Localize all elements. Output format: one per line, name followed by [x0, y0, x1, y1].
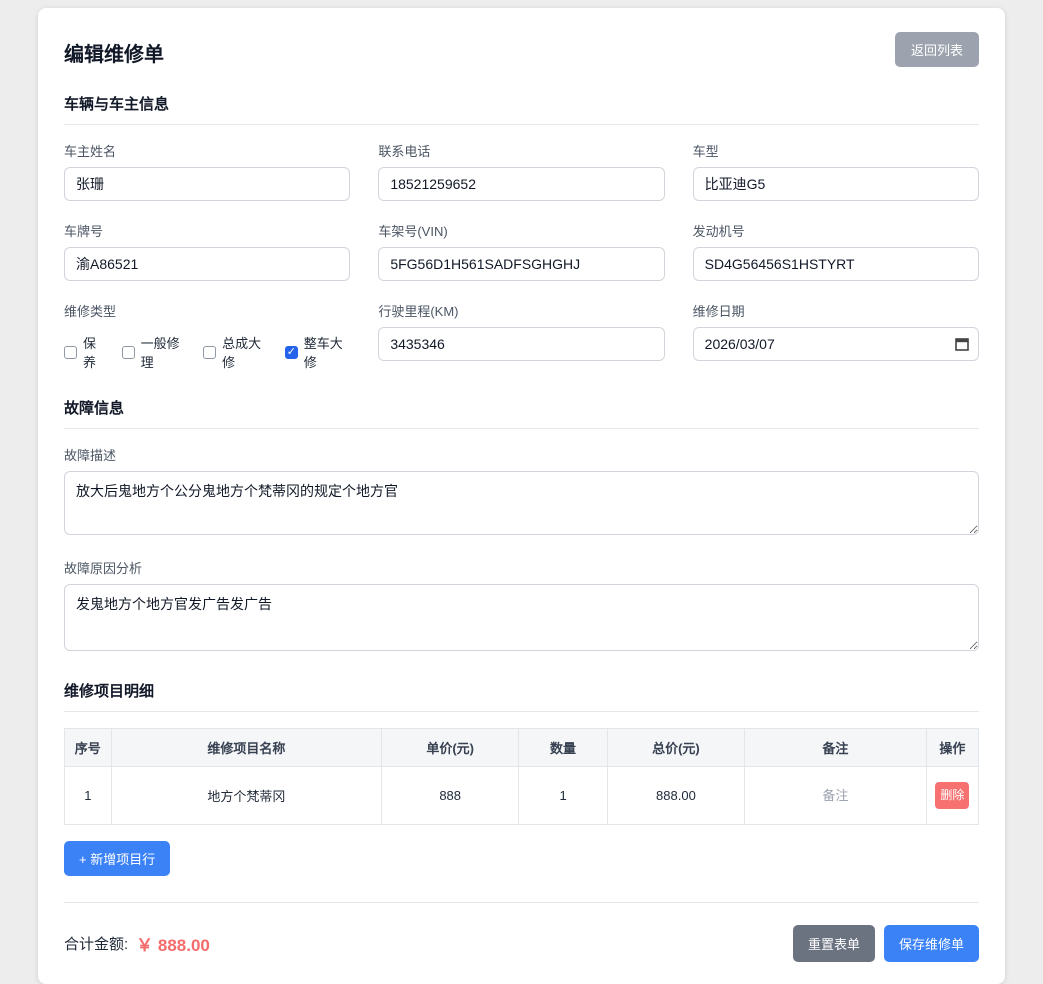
checkbox-maintenance-label: 保养 [83, 333, 106, 371]
plate-label: 车牌号 [64, 221, 350, 240]
page-header: 编辑维修单 返回列表 [64, 32, 979, 67]
fault-analysis-group: 故障原因分析 发鬼地方个地方官发广告发广告 [64, 558, 979, 654]
model-field-group: 车型 [693, 141, 979, 201]
fault-analysis-label: 故障原因分析 [64, 558, 979, 577]
repair-items-section-title: 维修项目明细 [64, 680, 979, 712]
item-name-input[interactable] [124, 788, 369, 803]
unit-price-input[interactable] [391, 788, 509, 803]
phone-label: 联系电话 [378, 141, 664, 160]
back-to-list-button[interactable]: 返回列表 [895, 32, 979, 67]
owner-name-label: 车主姓名 [64, 141, 350, 160]
calendar-icon[interactable] [955, 337, 969, 351]
header-quantity: 数量 [519, 729, 608, 767]
fault-info-section-title: 故障信息 [64, 397, 979, 429]
plate-input[interactable] [64, 247, 350, 281]
repair-type-options: 保养 一般修理 总成大修 整车大修 [64, 327, 350, 371]
remark-input[interactable] [755, 788, 915, 803]
header-index: 序号 [65, 729, 112, 767]
plate-field-group: 车牌号 [64, 221, 350, 281]
repair-type-option-maintenance[interactable]: 保养 [64, 333, 106, 371]
form-footer: 合计金额: ￥ 888.00 重置表单 保存维修单 [64, 902, 979, 962]
model-label: 车型 [693, 141, 979, 160]
vin-input[interactable] [378, 247, 664, 281]
header-item-name: 维修项目名称 [111, 729, 382, 767]
row-index-cell: 1 [65, 767, 112, 825]
reset-form-button[interactable]: 重置表单 [793, 925, 875, 962]
quantity-input[interactable] [527, 788, 599, 803]
header-unit-price: 单价(元) [382, 729, 519, 767]
repair-type-option-assembly-overhaul[interactable]: 总成大修 [203, 333, 269, 371]
add-item-row-button[interactable]: + 新增项目行 [64, 841, 170, 876]
checkbox-full-overhaul-label: 整车大修 [304, 333, 351, 371]
total-amount: 合计金额: ￥ 888.00 [64, 931, 210, 956]
checkbox-general-repair[interactable] [122, 346, 135, 359]
checkbox-assembly-overhaul[interactable] [203, 346, 216, 359]
fault-info-section: 故障信息 故障描述 放大后鬼地方个公分鬼地方个梵蒂冈的规定个地方官 故障原因分析… [64, 397, 979, 654]
header-total-price: 总价(元) [607, 729, 744, 767]
phone-input[interactable] [378, 167, 664, 201]
table-header-row: 序号 维修项目名称 单价(元) 数量 总价(元) 备注 操作 [65, 729, 979, 767]
repair-type-option-full-overhaul[interactable]: 整车大修 [285, 333, 351, 371]
page-title: 编辑维修单 [64, 32, 164, 67]
engine-no-input[interactable] [693, 247, 979, 281]
repair-date-label: 维修日期 [693, 301, 979, 320]
mileage-label: 行驶里程(KM) [378, 301, 664, 320]
mileage-field-group: 行驶里程(KM) [378, 301, 664, 371]
fault-description-textarea[interactable]: 放大后鬼地方个公分鬼地方个梵蒂冈的规定个地方官 [64, 471, 979, 535]
repair-date-input[interactable] [693, 327, 979, 361]
edit-repair-order-card: 编辑维修单 返回列表 车辆与车主信息 车主姓名 联系电话 车型 车牌号 [38, 8, 1005, 984]
delete-row-button[interactable]: 删除 [935, 782, 969, 808]
fault-description-label: 故障描述 [64, 445, 979, 464]
model-input[interactable] [693, 167, 979, 201]
repair-items-section: 维修项目明细 序号 维修项目名称 单价(元) 数量 总价(元) 备注 操作 [64, 680, 979, 876]
save-repair-order-button[interactable]: 保存维修单 [884, 925, 979, 962]
fault-description-group: 故障描述 放大后鬼地方个公分鬼地方个梵蒂冈的规定个地方官 [64, 445, 979, 538]
owner-name-input[interactable] [64, 167, 350, 201]
engine-no-field-group: 发动机号 [693, 221, 979, 281]
checkbox-assembly-overhaul-label: 总成大修 [222, 333, 269, 371]
vin-label: 车架号(VIN) [378, 221, 664, 240]
vin-field-group: 车架号(VIN) [378, 221, 664, 281]
header-operation: 操作 [926, 729, 978, 767]
repair-type-group: 维修类型 保养 一般修理 总成大修 [64, 301, 350, 371]
header-remark: 备注 [744, 729, 926, 767]
mileage-input[interactable] [378, 327, 664, 361]
total-amount-value: ￥ 888.00 [136, 931, 210, 956]
repair-type-label: 维修类型 [64, 301, 350, 320]
checkbox-general-repair-label: 一般修理 [141, 333, 188, 371]
table-row: 1 888.00 删除 [65, 767, 979, 825]
row-total-price-cell: 888.00 [607, 767, 744, 825]
repair-type-option-general[interactable]: 一般修理 [122, 333, 188, 371]
vehicle-owner-section: 车辆与车主信息 车主姓名 联系电话 车型 车牌号 车架号(VIN) [64, 93, 979, 371]
vehicle-owner-section-title: 车辆与车主信息 [64, 93, 979, 125]
repair-date-field-group: 维修日期 [693, 301, 979, 371]
repair-items-table: 序号 维修项目名称 单价(元) 数量 总价(元) 备注 操作 1 888.00 [64, 728, 979, 825]
owner-name-field-group: 车主姓名 [64, 141, 350, 201]
engine-no-label: 发动机号 [693, 221, 979, 240]
phone-field-group: 联系电话 [378, 141, 664, 201]
checkbox-full-overhaul[interactable] [285, 346, 298, 359]
total-amount-label: 合计金额: [64, 933, 128, 954]
checkbox-maintenance[interactable] [64, 346, 77, 359]
fault-analysis-textarea[interactable]: 发鬼地方个地方官发广告发广告 [64, 584, 979, 651]
